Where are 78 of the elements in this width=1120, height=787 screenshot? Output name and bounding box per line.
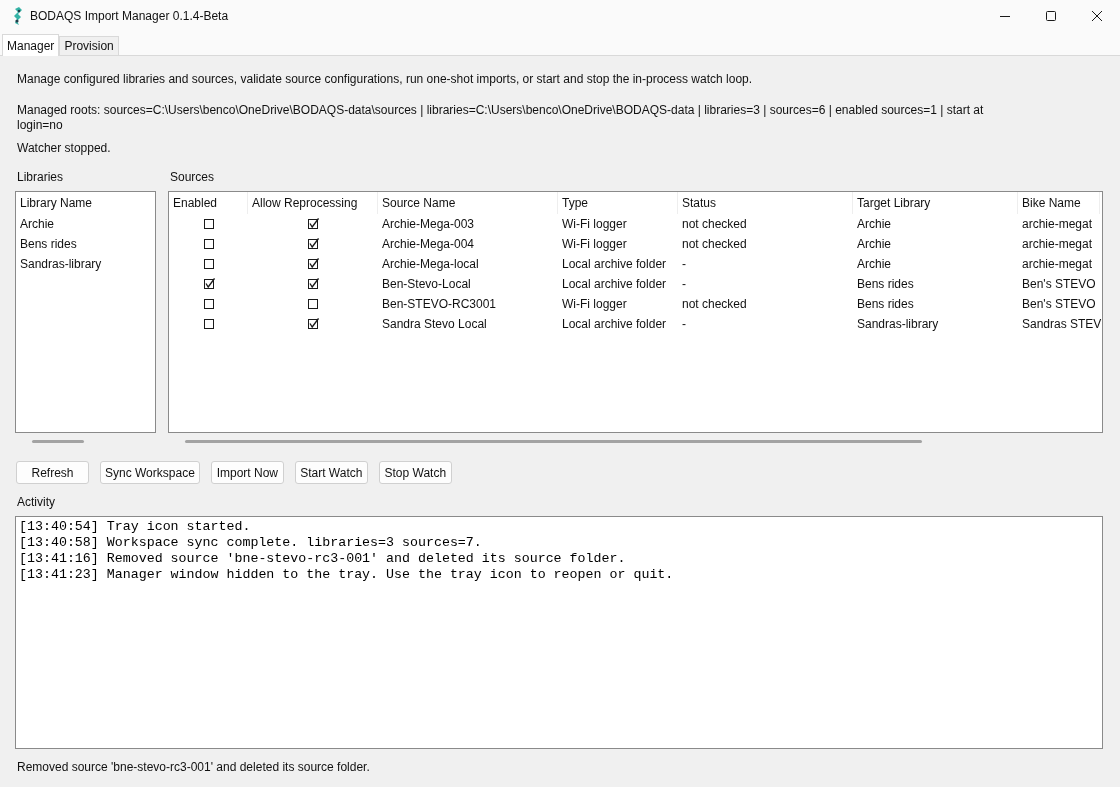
- table-cell: not checked: [682, 297, 747, 311]
- log-line: [13:40:58] Workspace sync complete. libraries=3 sources=7.: [19, 535, 483, 551]
- watcher-status-text: Watcher stopped.: [17, 140, 111, 156]
- tab[interactable]: Provision: [59, 36, 119, 55]
- import-now-button[interactable]: Import Now: [210, 461, 284, 484]
- table-cell: Bens rides: [857, 297, 914, 311]
- managed-roots-text: Managed roots: sources=C:\Users\benco\OneDrive\BODAQS-data\sources | libraries=C:\Users\benco\OneDrive\BODAQS-data | libraries=3 | sources=6 | enabled sources=1 | start at login=no: [17, 103, 985, 133]
- log-line: [13:41:16] Removed source 'bne-stevo-rc3-001' and deleted its source folder.: [19, 551, 627, 567]
- checkbox[interactable]: [202, 298, 215, 310]
- checkbox[interactable]: [307, 298, 319, 310]
- sync-workspace-button[interactable]: Sync Workspace: [100, 461, 200, 484]
- column-header[interactable]: Allow Reprocessing: [248, 192, 378, 214]
- checkbox[interactable]: [307, 278, 319, 290]
- column-header[interactable]: Bike Name: [1018, 192, 1100, 214]
- column-header[interactable]: Enabled: [169, 192, 248, 214]
- libraries-label: Libraries: [17, 169, 65, 185]
- stop-watch-button[interactable]: Stop Watch: [378, 461, 452, 484]
- window-title: BODAQS Import Manager 0.1.4-Beta: [30, 9, 229, 23]
- checkbox[interactable]: [202, 278, 215, 290]
- table-cell: Wi-Fi logger: [562, 297, 627, 311]
- table-cell: Archie: [857, 217, 891, 231]
- table-cell: Wi-Fi logger: [562, 237, 627, 251]
- table-cell: archie-megat: [1022, 257, 1093, 271]
- table-cell: Local archive folder: [562, 257, 667, 271]
- sources-label: Sources: [170, 169, 216, 185]
- table-cell: Ben-Stevo-Local: [382, 277, 471, 291]
- table-cell: -: [682, 257, 686, 271]
- table-cell: Archie-Mega-003: [382, 217, 475, 231]
- list-item[interactable]: Bens rides: [20, 236, 77, 252]
- app-icon: [13, 7, 23, 25]
- column-header[interactable]: Library Name: [20, 195, 93, 211]
- column-header[interactable]: Status: [678, 192, 853, 214]
- table-cell: archie-megat: [1022, 217, 1093, 231]
- scrollbar-thumb[interactable]: [185, 440, 922, 443]
- table-cell: -: [682, 277, 686, 291]
- checkbox[interactable]: [307, 318, 319, 330]
- table-cell: Sandras-library: [857, 317, 939, 331]
- checkbox[interactable]: [307, 238, 319, 250]
- table-cell: Archie-Mega-local: [382, 257, 479, 271]
- column-header[interactable]: Target Library: [853, 192, 1018, 214]
- checkbox[interactable]: [202, 238, 215, 250]
- checkbox[interactable]: [202, 218, 215, 230]
- table-cell: archie-megat: [1022, 237, 1093, 251]
- start-watch-button[interactable]: Start Watch: [294, 461, 368, 484]
- log-line: [13:40:54] Tray icon started.: [19, 519, 252, 535]
- column-header[interactable]: Source Name: [378, 192, 558, 214]
- minimize-icon: [1000, 15, 1010, 17]
- checkbox[interactable]: [202, 258, 215, 270]
- table-cell: Wi-Fi logger: [562, 217, 627, 231]
- table-cell: Bens rides: [857, 277, 914, 291]
- table-cell: -: [682, 317, 686, 331]
- list-item[interactable]: Archie: [20, 216, 54, 232]
- activity-label: Activity: [17, 494, 55, 510]
- tab[interactable]: Manager: [2, 34, 60, 56]
- close-icon: [1092, 11, 1102, 21]
- table-cell: Archie: [857, 257, 891, 271]
- list-item[interactable]: Sandras-library: [20, 256, 102, 272]
- checkbox[interactable]: [307, 218, 319, 230]
- column-header[interactable]: Type: [558, 192, 678, 214]
- table-cell: Ben's STEVO: [1022, 277, 1096, 291]
- description-text: Manage configured libraries and sources, validate source configurations, run one-shot imports, or start and stop the in-process watch loop.: [17, 71, 753, 87]
- table-cell: not checked: [682, 237, 747, 251]
- status-text: Removed source 'bne-stevo-rc3-001' and deleted its source folder.: [17, 760, 370, 774]
- table-cell: Ben-STEVO-RC3001: [382, 297, 497, 311]
- log-line: [13:41:23] Manager window hidden to the tray. Use the tray icon to reopen or quit.: [19, 567, 675, 583]
- table-cell: Local archive folder: [562, 277, 667, 291]
- checkbox[interactable]: [202, 318, 215, 330]
- table-cell: not checked: [682, 217, 747, 231]
- refresh-button[interactable]: Refresh: [16, 461, 89, 484]
- scrollbar-thumb[interactable]: [32, 440, 84, 443]
- table-cell: Sandra Stevo Local: [382, 317, 487, 331]
- table-cell: Archie: [857, 237, 891, 251]
- table-cell: Ben's STEVO: [1022, 297, 1096, 311]
- table-cell: Archie-Mega-004: [382, 237, 475, 251]
- maximize-icon: [1046, 11, 1056, 21]
- table-cell: Sandras STEV: [1022, 317, 1102, 331]
- checkbox[interactable]: [307, 258, 319, 270]
- table-cell: Local archive folder: [562, 317, 667, 331]
